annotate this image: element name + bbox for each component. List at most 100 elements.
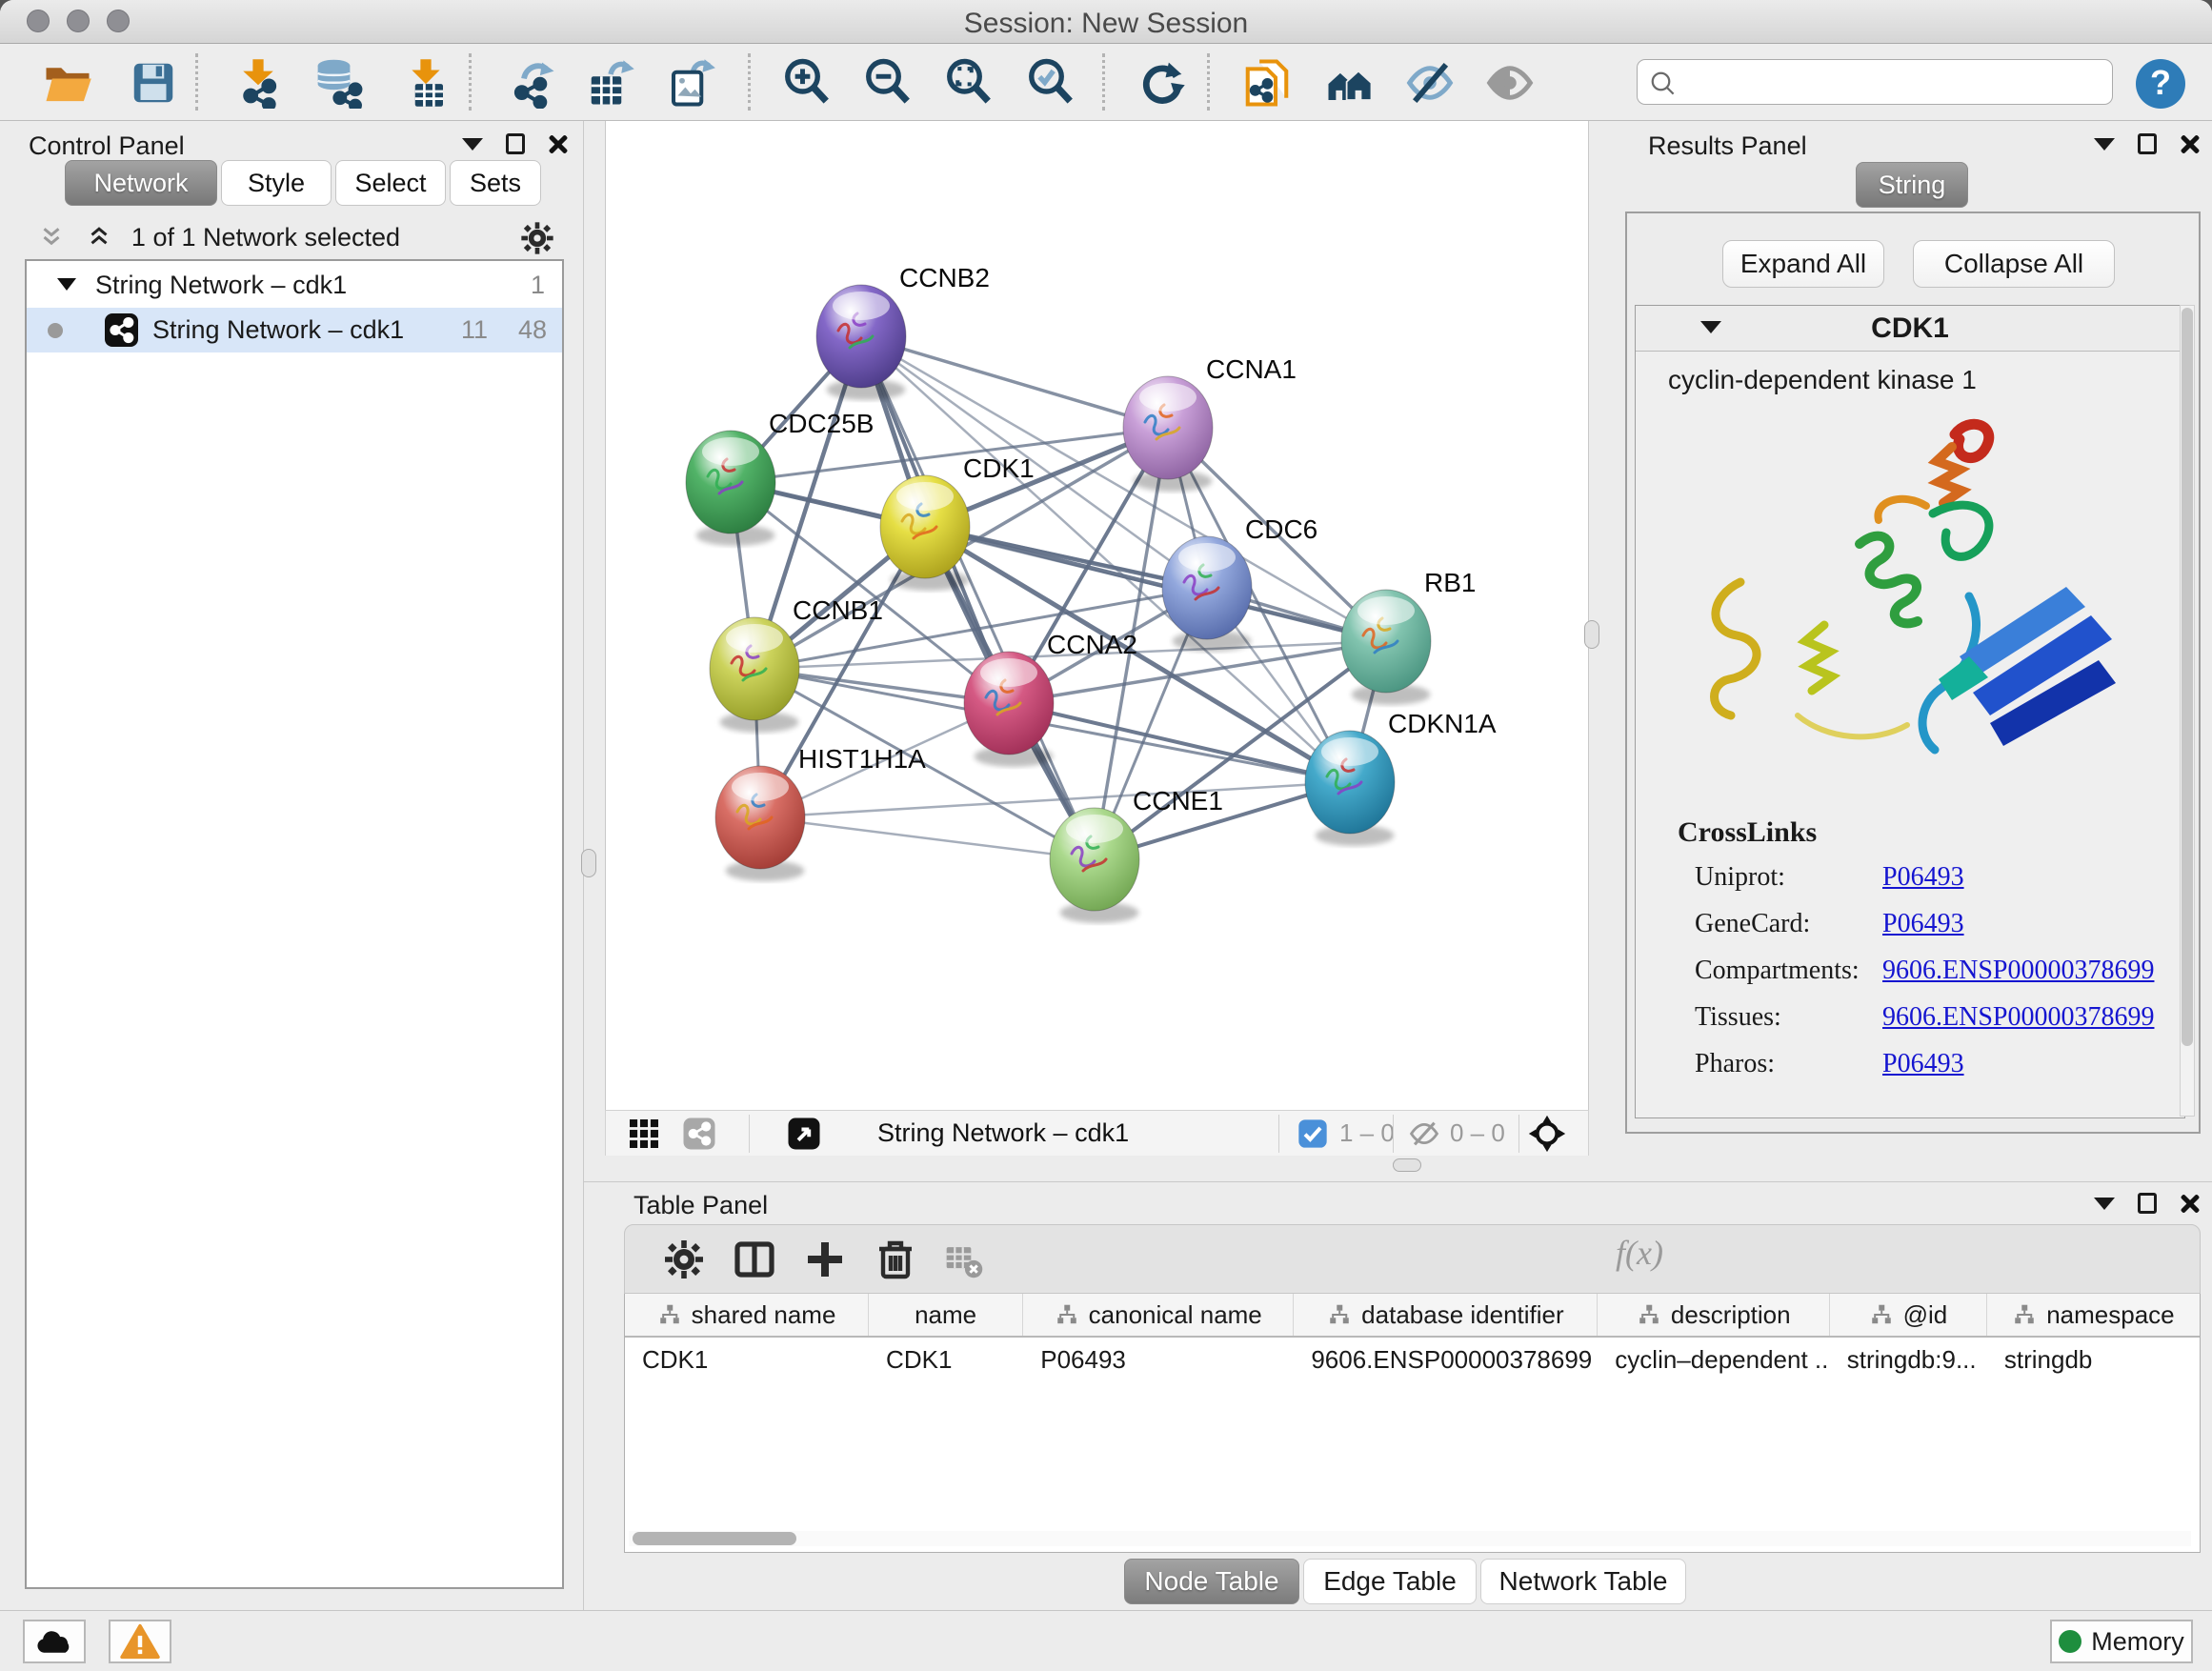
zoom-in-icon[interactable] [781,57,833,109]
toolbar-separator [469,53,472,111]
results-panel-menu-icon[interactable] [2094,138,2115,151]
export-network-icon[interactable] [507,57,558,109]
collapse-all-button[interactable]: Collapse All [1913,240,2115,288]
column-header[interactable]: name [869,1294,1023,1336]
hide-selected-icon[interactable] [1404,57,1456,109]
network-node-rb1[interactable]: RB1 [1341,568,1476,705]
cell-id[interactable]: stringdb:9... [1830,1338,1987,1381]
control-panel-menu-icon[interactable] [462,138,483,151]
network-row[interactable]: String Network – cdk1 11 48 [27,308,562,352]
zoom-out-icon[interactable] [862,57,914,109]
zoom-fit-icon[interactable] [943,57,995,109]
import-network-file-icon[interactable] [232,57,284,109]
splitter-handle[interactable] [581,849,596,877]
help-button[interactable]: ? [2136,59,2185,109]
show-all-icon[interactable] [1484,57,1536,109]
tab-edge-table[interactable]: Edge Table [1303,1559,1477,1604]
crosslink-link[interactable]: 9606.ENSP00000378699 [1882,956,2154,986]
import-network-database-icon[interactable] [312,57,364,109]
cell-canonical-name[interactable]: P06493 [1023,1338,1294,1381]
network-edge[interactable] [1009,703,1350,782]
import-table-file-icon[interactable] [400,57,452,109]
control-panel-close-icon[interactable] [548,133,569,154]
collection-expander-icon[interactable] [57,278,76,291]
delete-column-trash-icon[interactable] [873,1237,918,1282]
node-label: CCNA1 [1206,354,1297,384]
splitter-handle[interactable] [1584,620,1599,649]
string-share-icon[interactable] [682,1117,716,1151]
crosslink-link[interactable]: 9606.ENSP00000378699 [1882,1002,2154,1033]
column-header[interactable]: canonical name [1023,1294,1294,1336]
create-column-plus-icon[interactable] [802,1237,848,1282]
delete-table-icon[interactable] [943,1237,985,1282]
column-header[interactable]: namespace [1987,1294,2200,1336]
control-panel-float-icon[interactable] [506,133,525,154]
network-node-cdkn1a[interactable]: CDKN1A [1305,709,1497,846]
results-scrollbar-thumb[interactable] [2182,308,2193,1046]
network-edge[interactable] [861,336,1168,428]
table-scrollbar-thumb[interactable] [633,1532,796,1545]
search-input[interactable] [1687,62,2097,100]
network-edge[interactable] [760,817,1095,859]
tab-select[interactable]: Select [335,160,446,206]
birds-eye-grid-icon[interactable] [627,1117,661,1151]
crosslink-link[interactable]: P06493 [1882,909,1964,939]
table-horizontal-scrollbar[interactable] [629,1531,2191,1546]
cell-name[interactable]: CDK1 [869,1338,1023,1381]
open-in-window-icon[interactable] [787,1117,821,1151]
refresh-icon[interactable] [1136,57,1187,109]
tab-network[interactable]: Network [65,160,217,206]
show-columns-icon[interactable] [732,1237,777,1282]
crosslink-link[interactable]: P06493 [1882,862,1964,893]
expand-all-button[interactable]: Expand All [1722,240,1884,288]
node-label: CCNA2 [1047,630,1137,659]
column-header[interactable]: database identifier [1294,1294,1598,1336]
table-settings-gear-icon[interactable] [661,1237,707,1282]
column-header[interactable]: @id [1830,1294,1987,1336]
crosslink-link[interactable]: P06493 [1882,1049,1964,1079]
network-edge[interactable] [861,336,1095,859]
column-header[interactable]: shared name [625,1294,869,1336]
column-header[interactable]: description [1598,1294,1829,1336]
cell-database-identifier[interactable]: 9606.ENSP00000378699 [1294,1338,1598,1381]
warning-status-button[interactable] [109,1620,171,1663]
results-panel-float-icon[interactable] [2138,133,2157,154]
network-selection-status: 1 of 1 Network selected [25,223,507,252]
navigator-crosshair-icon[interactable] [1528,1115,1566,1153]
table-panel-close-icon[interactable] [2180,1193,2201,1214]
network-node-ccne1[interactable]: CCNE1 [1050,786,1223,923]
cloud-status-button[interactable] [23,1620,86,1663]
network-collection-row[interactable]: String Network – cdk1 1 [27,263,562,308]
first-neighbors-icon[interactable] [1324,57,1376,109]
open-session-icon[interactable] [42,57,93,109]
export-table-icon[interactable] [585,57,636,109]
network-canvas[interactable]: CCNB2CCNA1CDC25BCDK1CDC6RB1CCNB1CCNA2CDK… [605,121,1589,1110]
table-row[interactable]: CDK1 CDK1 P06493 9606.ENSP00000378699 cy… [625,1338,2200,1381]
save-session-icon[interactable] [128,57,179,109]
memory-button[interactable]: Memory [2050,1620,2193,1663]
crosslink-row: Compartments: 9606.ENSP00000378699 [1678,956,2173,986]
cell-shared-name[interactable]: CDK1 [625,1338,869,1381]
tab-network-table[interactable]: Network Table [1480,1559,1686,1604]
tab-string-results[interactable]: String [1856,162,1968,208]
results-scrollbar[interactable] [2180,305,2195,1117]
splitter-handle[interactable] [1393,1158,1421,1172]
clone-network-icon[interactable] [1241,57,1293,109]
zoom-selected-icon[interactable] [1025,57,1076,109]
cell-namespace[interactable]: stringdb [1987,1338,2200,1381]
function-builder-icon[interactable]: f(x) [1616,1233,1663,1273]
network-node-ccnb2[interactable]: CCNB2 [816,263,990,400]
gene-section-header[interactable]: CDK1 [1636,306,2184,352]
tab-node-table[interactable]: Node Table [1124,1559,1299,1604]
export-image-icon[interactable] [665,57,716,109]
network-edge[interactable] [925,527,1386,641]
table-panel-menu-icon[interactable] [2094,1198,2115,1210]
selected-checkbox-icon[interactable] [1297,1118,1328,1149]
network-options-gear-icon[interactable] [518,219,556,257]
table-panel-float-icon[interactable] [2138,1193,2157,1214]
tab-sets[interactable]: Sets [450,160,541,206]
string-network-graph[interactable]: CCNB2CCNA1CDC25BCDK1CDC6RB1CCNB1CCNA2CDK… [606,121,1590,1110]
tab-style[interactable]: Style [221,160,332,206]
cell-description[interactable]: cyclin–dependent ... [1598,1338,1829,1381]
results-panel-close-icon[interactable] [2180,133,2201,154]
